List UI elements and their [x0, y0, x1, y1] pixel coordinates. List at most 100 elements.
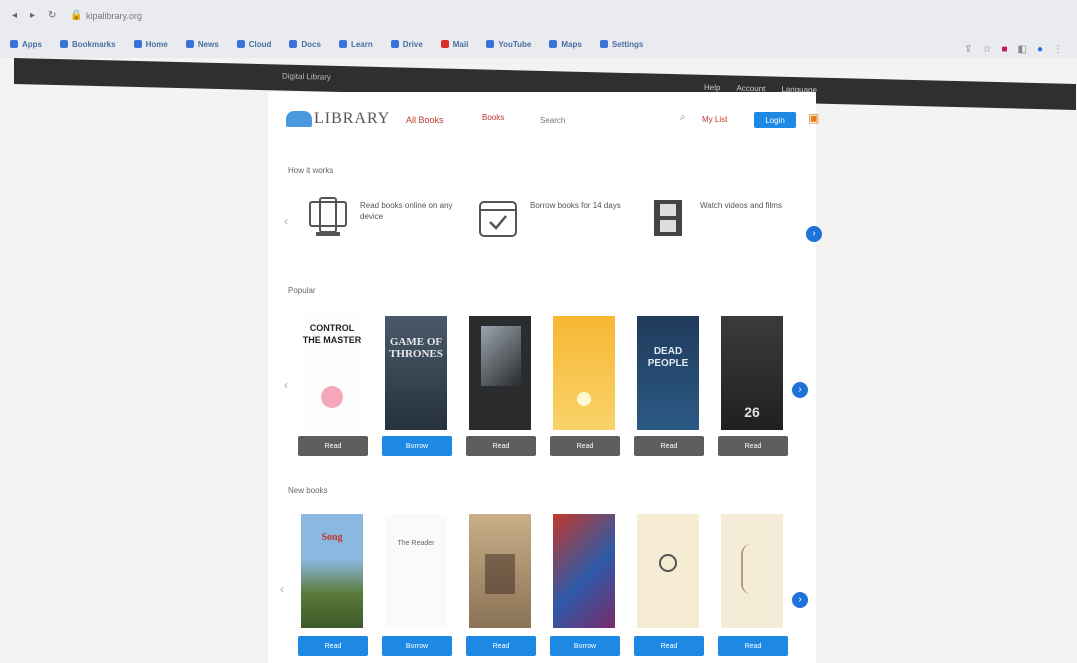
- feature-item: Borrow books for 14 days: [476, 190, 646, 260]
- device-icon: [309, 197, 347, 236]
- bookmark-item[interactable]: Maps: [549, 34, 582, 54]
- book-cover[interactable]: [553, 514, 615, 628]
- all-books-link[interactable]: All Books: [406, 115, 444, 125]
- bookmark-item[interactable]: Learn: [338, 34, 373, 54]
- bookmark-item[interactable]: Mail: [440, 34, 468, 54]
- cover-art: [741, 544, 761, 594]
- bookmark-item[interactable]: Bookmarks: [60, 34, 116, 54]
- book-action-button[interactable]: Borrow: [382, 636, 452, 656]
- carousel-next-icon[interactable]: ›: [792, 592, 808, 608]
- bag-icon[interactable]: ▣: [808, 111, 819, 125]
- book-action-button[interactable]: Read: [550, 436, 620, 456]
- book-action-button[interactable]: Borrow: [550, 636, 620, 656]
- new-books-title: New books: [288, 486, 328, 495]
- back-icon[interactable]: ◂: [12, 10, 17, 21]
- bookmark-icon: [10, 40, 18, 48]
- bookmark-icon: [440, 40, 449, 48]
- popular-title: Popular: [288, 286, 316, 295]
- bookmark-icon: [185, 40, 194, 48]
- topbar-title: Digital Library: [282, 71, 331, 82]
- bookmark-icon: [390, 40, 399, 48]
- extension-icon[interactable]: ■: [1001, 44, 1007, 55]
- secure-icon: 🔒: [70, 10, 83, 21]
- bookmark-icon: [549, 40, 558, 48]
- book-action-button[interactable]: Read: [298, 436, 368, 456]
- cover-title: DEAD PEOPLE: [647, 346, 689, 369]
- carousel-next-icon[interactable]: ›: [806, 226, 822, 242]
- category-select[interactable]: Books: [482, 113, 520, 127]
- book-action-button[interactable]: Read: [466, 636, 536, 656]
- feature-title: Read books online on any device: [360, 201, 453, 221]
- search-icon[interactable]: ⌕: [680, 112, 686, 123]
- book-action-button[interactable]: Read: [634, 436, 704, 456]
- book-cover[interactable]: [721, 514, 783, 628]
- menu-icon[interactable]: ⋮: [1053, 44, 1063, 55]
- cover-art: [481, 326, 521, 386]
- bookmark-item[interactable]: Apps: [10, 34, 42, 54]
- bookmark-icon: [486, 40, 495, 48]
- reload-icon[interactable]: ↻: [48, 10, 56, 21]
- bookmark-item[interactable]: Home: [133, 34, 168, 54]
- feature-item: Watch videos and films: [646, 190, 816, 260]
- my-list-link[interactable]: My List: [702, 115, 727, 124]
- bookmark-item[interactable]: News: [185, 34, 219, 54]
- bookmark-item[interactable]: YouTube: [486, 34, 531, 54]
- book-action-button[interactable]: Read: [466, 436, 536, 456]
- book-cover[interactable]: Song: [301, 514, 363, 628]
- book-cover[interactable]: 26: [721, 316, 783, 430]
- bookmark-item[interactable]: Cloud: [236, 34, 271, 54]
- share-icon[interactable]: ⇪: [964, 44, 972, 55]
- carousel-prev-icon[interactable]: ‹: [284, 378, 288, 392]
- profile-icon[interactable]: ●: [1037, 44, 1043, 55]
- book-cover[interactable]: [469, 316, 531, 430]
- address-row: ◂ ▸ ↻ 🔒 kipalibrary.org: [0, 4, 1077, 30]
- cover-title: 26: [744, 404, 760, 420]
- book-cover[interactable]: CONTROL THE MASTER: [301, 316, 363, 430]
- feature-item: Read books online on any device: [306, 190, 476, 260]
- book-action-button[interactable]: Read: [634, 636, 704, 656]
- cover-art: [321, 386, 343, 408]
- book-cover[interactable]: [469, 514, 531, 628]
- search-input[interactable]: [540, 112, 670, 128]
- book-cover[interactable]: [637, 514, 699, 628]
- carousel-prev-icon[interactable]: ‹: [284, 214, 288, 228]
- star-icon[interactable]: ☆: [982, 44, 991, 55]
- book-action-button[interactable]: Borrow: [382, 436, 452, 456]
- bookmark-icon: [599, 40, 608, 48]
- topbar-link[interactable]: Help: [704, 83, 720, 92]
- bookmark-icon: [133, 40, 142, 48]
- bookmark-item[interactable]: Docs: [289, 34, 321, 54]
- book-cover[interactable]: [553, 316, 615, 430]
- bookmark-icon: [60, 40, 68, 48]
- book-action-button[interactable]: Read: [718, 436, 788, 456]
- bookmarks-bar: Apps Bookmarks Home News Cloud Docs Lear…: [10, 34, 1070, 54]
- forward-icon[interactable]: ▸: [30, 10, 35, 21]
- cover-art: [577, 392, 591, 406]
- bookmark-item[interactable]: Settings: [599, 34, 643, 54]
- login-button[interactable]: Login: [754, 112, 796, 128]
- extension-icons: ⇪ ☆ ■ ◧ ● ⋮: [964, 44, 1063, 55]
- book-action-button[interactable]: Read: [298, 636, 368, 656]
- bookmark-item[interactable]: Drive: [390, 34, 423, 54]
- carousel-prev-icon[interactable]: ‹: [280, 582, 284, 596]
- logo-text: LIBRARY: [314, 110, 391, 127]
- address-bar[interactable]: kipalibrary.org: [86, 11, 142, 21]
- bookmark-icon: [289, 40, 298, 48]
- site-header: LIBRARY All Books Books ⌕ My List Login …: [286, 104, 819, 134]
- book-cover[interactable]: GAME OF THRONES: [385, 316, 447, 430]
- cover-title: The Reader: [397, 540, 435, 547]
- book-cover[interactable]: DEAD PEOPLE: [637, 316, 699, 430]
- feature-title: Watch videos and films: [700, 201, 782, 210]
- book-cover[interactable]: The Reader: [385, 514, 447, 628]
- carousel-next-icon[interactable]: ›: [792, 382, 808, 398]
- bookmark-icon: [236, 40, 245, 48]
- features-title: How it works: [288, 166, 334, 175]
- calendar-check-icon: [479, 201, 517, 237]
- content-panel: LIBRARY All Books Books ⌕ My List Login …: [268, 92, 822, 663]
- site-logo[interactable]: LIBRARY: [286, 110, 390, 128]
- film-icon: [654, 200, 682, 236]
- bookmark-icon: [338, 40, 347, 48]
- cover-art: [485, 554, 515, 594]
- extension-icon[interactable]: ◧: [1018, 44, 1027, 55]
- book-action-button[interactable]: Read: [718, 636, 788, 656]
